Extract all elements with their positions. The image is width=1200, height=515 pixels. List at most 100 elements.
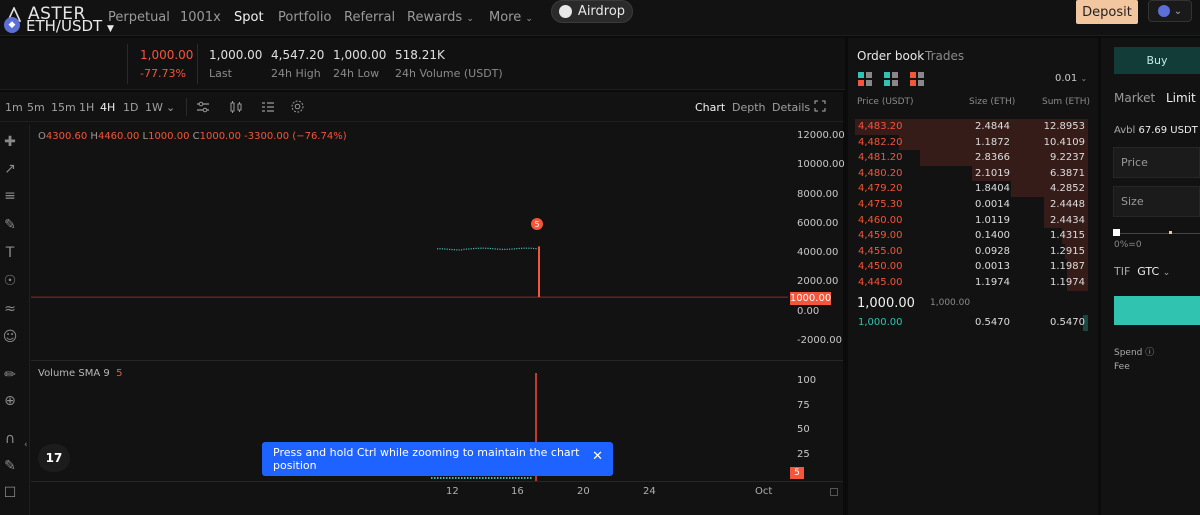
ask-row[interactable]: 4,459.00 0.1400 1.4315 [855,228,1088,244]
deposit-button[interactable]: Deposit [1076,0,1138,24]
candle-mark [461,249,463,251]
fullscreen-icon[interactable] [814,100,826,112]
nav-more[interactable]: More ⌄ [489,10,533,25]
amount-slider[interactable] [1114,233,1200,234]
close-icon[interactable]: ✕ [592,449,603,464]
ask-row[interactable]: 4,481.20 2.8366 9.2237 [855,150,1088,166]
size-input[interactable]: Size [1113,186,1200,217]
ask-row[interactable]: 4,482.20 1.1872 10.4109 [855,134,1088,151]
ask-row[interactable]: 4,480.20 2.1019 6.3871 [855,165,1088,182]
ask-row[interactable]: 4,445.00 1.1974 1.1974 [855,275,1088,291]
lock-icon[interactable]: ☐ [1,484,19,502]
axis-settings-icon[interactable] [830,488,838,496]
slider-percent-label: 0%=0 [1114,240,1142,250]
ask-row[interactable]: 4,460.00 1.0119 2.4434 [855,212,1088,229]
bid-row[interactable]: 1,000.00 0.5470 0.5470 [855,315,1088,331]
ask-row[interactable]: 4,483.20 2.4844 12.8953 [855,119,1088,135]
price-input[interactable]: Price [1113,147,1200,178]
text-tool-icon[interactable]: T [1,244,19,262]
ask-sum: 1.4315 [1050,230,1085,242]
zoom-in-icon[interactable]: ⊕ [1,392,19,410]
pair-selector[interactable]: ETH/USDT ▼ [26,17,114,35]
emoji-icon[interactable]: ☺ [1,328,19,346]
book-asks-view-icon[interactable] [910,72,924,86]
tab-order-book[interactable]: Order book [857,49,924,63]
volume-bar [446,477,448,479]
interval-1d[interactable]: 1D [123,101,138,114]
y-tick-label: 12000.00 [797,130,845,141]
tif-selector[interactable]: TIF GTC ⌄ [1114,265,1170,278]
interval-1m[interactable]: 1m [5,101,23,114]
tradingview-logo-icon[interactable]: 17 [38,444,70,472]
airdrop-button[interactable]: Airdrop [551,0,633,23]
collapse-toolbar-icon[interactable]: ‹ [24,440,28,450]
brush-icon[interactable]: ✎ [1,216,19,234]
trendline-icon[interactable]: ↗ [1,160,19,178]
nav-spot[interactable]: Spot [234,10,264,25]
volume-current-tag: 5 [790,467,804,479]
slider-handle[interactable] [1113,229,1120,236]
ask-size: 0.1400 [975,230,1010,242]
candle-mark [487,247,489,249]
interval-5m[interactable]: 5m [27,101,45,114]
magnet-icon[interactable]: ∩ [1,430,19,448]
ruler-icon[interactable]: ✏ [1,366,19,384]
candle-mark [453,249,455,251]
info-icon[interactable]: ⓘ [1145,348,1154,358]
precision-select[interactable]: 0.01 ⌄ [1055,73,1087,84]
indicators-icon[interactable] [195,100,211,114]
interval-4h[interactable]: 4H [100,101,115,114]
nav-referral[interactable]: Referral [344,10,395,25]
candle-mark [504,248,506,250]
price-y-axis[interactable]: 12000.00 10000.00 8000.00 6000.00 4000.00 200… [790,122,845,360]
settings-gear-icon[interactable] [290,99,305,114]
ask-row[interactable]: 4,475.30 0.0014 2.4448 [855,197,1088,213]
view-depth-tab[interactable]: Depth [732,101,766,114]
ask-row[interactable]: 4,450.00 0.0013 1.1987 [855,259,1088,275]
nav-1001x[interactable]: 1001x [180,10,221,25]
low-label: 24h Low [333,67,380,80]
horizontal-lines-icon[interactable]: ≡ [1,187,19,205]
buy-tab[interactable]: Buy [1114,47,1200,74]
tab-trades[interactable]: Trades [925,49,964,63]
nav-perpetual[interactable]: Perpetual [108,10,170,25]
volume-bar [434,477,436,479]
price-change: -77.73% [140,67,186,80]
interval-1h[interactable]: 1H [79,101,94,114]
order-type-limit[interactable]: Limit [1166,91,1196,105]
volume-value: 518.21K [395,48,445,62]
volume-bar [440,477,442,479]
book-both-view-icon[interactable] [858,72,872,86]
price-chart[interactable]: 5 [31,122,788,360]
crosshair-icon[interactable]: ✚ [1,133,19,151]
nav-rewards[interactable]: Rewards ⌄ [407,10,474,25]
volume-bar [509,477,511,479]
interval-dropdown-icon[interactable]: ⌄ [166,101,175,114]
last-value: 1,000.00 [209,48,263,62]
candle-mark [499,248,501,250]
candle-mark [463,248,465,250]
candlestick-icon[interactable] [228,99,244,115]
volume-label: 24h Volume (USDT) [395,67,503,80]
interval-15m[interactable]: 15m [51,101,76,114]
prediction-icon[interactable]: ≈ [1,300,19,318]
view-chart-tab[interactable]: Chart [695,101,725,114]
network-selector[interactable]: ⌄ [1148,0,1192,22]
interval-1w[interactable]: 1W [145,101,163,114]
nav-portfolio[interactable]: Portfolio [278,10,331,25]
ask-row[interactable]: 4,479.20 1.8404 4.2852 [855,181,1088,197]
ask-row[interactable]: 4,455.00 0.0928 1.2915 [855,243,1088,260]
y-tick-label: 2000.00 [797,276,839,288]
ask-price: 4,460.00 [858,214,903,226]
ask-sum: 1.1987 [1050,261,1085,273]
book-bids-view-icon[interactable] [884,72,898,86]
indicator-list-icon[interactable] [260,100,276,114]
candle-mark [477,247,479,249]
candle-mark [456,249,458,251]
view-details-tab[interactable]: Details [772,101,810,114]
lock-drawing-icon[interactable]: ✎ [1,457,19,475]
last-label: Last [209,67,232,80]
submit-buy-button[interactable] [1114,296,1200,325]
pattern-icon[interactable]: ☉ [1,272,19,290]
order-type-market[interactable]: Market [1114,91,1155,105]
